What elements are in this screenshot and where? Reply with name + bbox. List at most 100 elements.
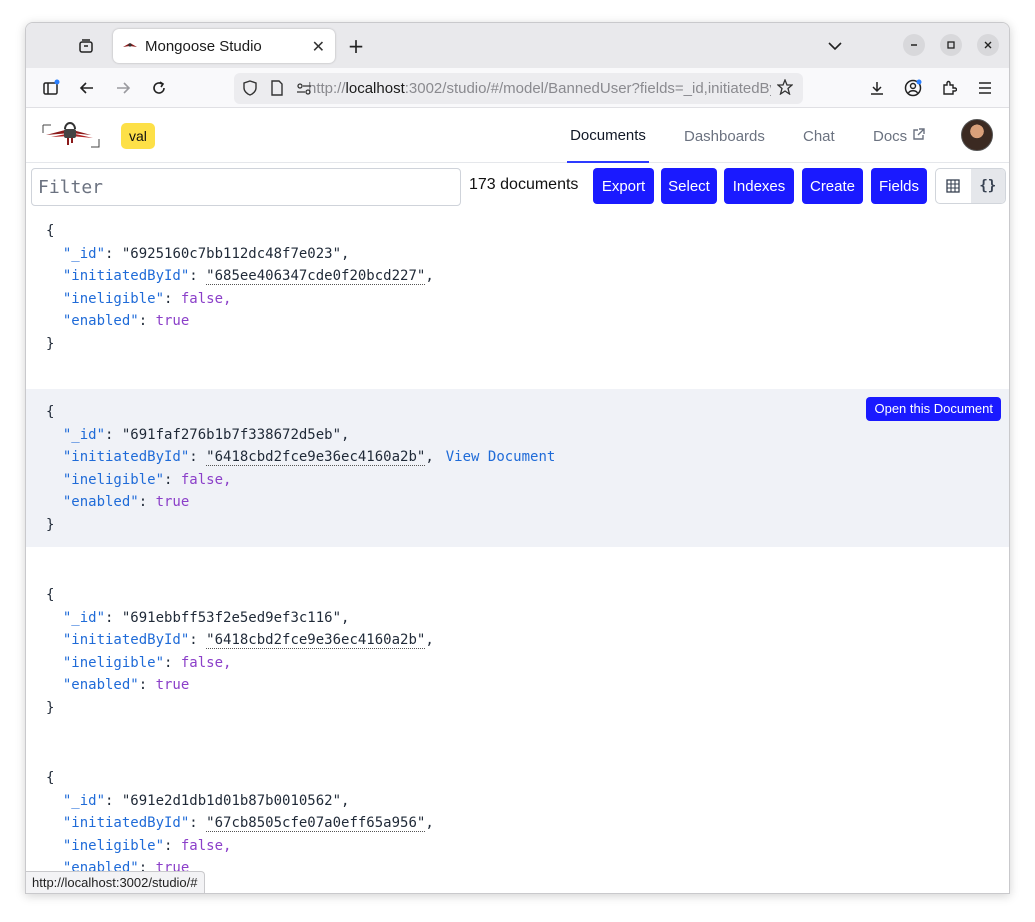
tab-close-icon[interactable]: ✕ xyxy=(312,37,325,56)
view-document-link[interactable]: View Document xyxy=(446,449,556,465)
mongoose-logo[interactable] xyxy=(41,119,101,153)
mongoose-favicon-icon xyxy=(123,39,137,53)
extensions-icon[interactable] xyxy=(936,75,962,101)
nav-documents[interactable]: Documents xyxy=(567,109,649,163)
reference-value[interactable]: "6418cbd2fce9e36ec4160a2b" xyxy=(206,449,426,466)
nav-docs-label: Docs xyxy=(873,127,908,145)
field-key: "enabled" xyxy=(62,494,139,510)
field-key: "initiatedById" xyxy=(62,632,190,648)
field-value: "691e2d1db1d01b87b0010562" xyxy=(121,792,342,809)
field-initiatedById: "initiatedById": "6418cbd2fce9e36ec4160a… xyxy=(62,632,434,649)
documents-list: { "_id": "6925160c7bb112dc48f7e023", "in… xyxy=(26,214,1009,893)
field-id: "_id": "6925160c7bb112dc48f7e023", xyxy=(62,245,350,262)
field-key: "initiatedById" xyxy=(62,449,190,465)
browser-toolbar: http://localhost:3002/studio/#/model/Ban… xyxy=(26,68,1009,108)
url-scheme: http:// xyxy=(308,80,346,97)
field-value: "691faf276b1b7f338672d5eb" xyxy=(121,426,342,443)
field-initiatedById: "initiatedById": "67cb8505cfe07a0eff65a9… xyxy=(62,815,434,832)
document-card[interactable]: { "_id": "691e2d1db1d01b87b0010562", "in… xyxy=(26,730,1009,893)
fields-button[interactable]: Fields xyxy=(871,168,927,204)
account-icon[interactable] xyxy=(900,75,926,101)
reference-value[interactable]: "67cb8505cfe07a0eff65a956" xyxy=(206,815,426,832)
nav-dashboards[interactable]: Dashboards xyxy=(684,109,765,163)
field-key: "ineligible" xyxy=(62,837,165,854)
field-key: "initiatedById" xyxy=(62,815,190,831)
document-card[interactable]: Open this Document { "_id": "691faf276b1… xyxy=(26,389,1009,547)
downloads-icon[interactable] xyxy=(864,75,890,101)
field-id: "_id": "691e2d1db1d01b87b0010562", xyxy=(62,792,350,809)
shield-icon[interactable] xyxy=(242,80,258,100)
close-window-icon[interactable] xyxy=(977,34,999,56)
back-arrow-icon[interactable] xyxy=(74,75,100,101)
bookmark-star-icon[interactable] xyxy=(776,77,794,99)
field-id: "_id": "691ebbff53f2e5ed9ef3c116", xyxy=(62,609,350,626)
field-value: false xyxy=(180,471,224,488)
browser-window: Mongoose Studio ✕ + http://localhost:300… xyxy=(25,22,1010,894)
json-open-brace: { xyxy=(46,587,55,603)
create-button[interactable]: Create xyxy=(802,168,863,204)
table-view-icon[interactable] xyxy=(936,169,971,203)
nav-chat[interactable]: Chat xyxy=(803,109,835,163)
field-value: true xyxy=(155,494,190,510)
menu-icon[interactable] xyxy=(972,75,998,101)
field-ineligible: "ineligible": false, xyxy=(62,837,232,854)
export-button[interactable]: Export xyxy=(593,168,654,204)
field-value: "6925160c7bb112dc48f7e023" xyxy=(121,245,342,262)
field-enabled: "enabled": true xyxy=(62,494,190,510)
field-key: "ineligible" xyxy=(62,471,165,488)
field-value: true xyxy=(155,313,190,329)
filter-input[interactable] xyxy=(31,168,461,206)
user-badge[interactable]: val xyxy=(121,123,155,149)
field-ineligible: "ineligible": false, xyxy=(62,654,232,671)
app-header: val Documents Dashboards Chat Docs xyxy=(26,109,1009,163)
field-key: "ineligible" xyxy=(62,654,165,671)
maximize-icon[interactable] xyxy=(940,34,962,56)
avatar[interactable] xyxy=(961,119,993,151)
field-key: "ineligible" xyxy=(62,290,165,307)
field-id: "_id": "691faf276b1b7f338672d5eb", xyxy=(62,426,350,443)
page-info-icon[interactable] xyxy=(270,80,284,100)
sidebar-toggle-icon[interactable] xyxy=(38,75,64,101)
permissions-icon[interactable] xyxy=(296,81,312,100)
document-card[interactable]: { "_id": "6925160c7bb112dc48f7e023", "in… xyxy=(26,214,1009,389)
nav-docs[interactable]: Docs xyxy=(873,109,925,163)
field-ineligible: "ineligible": false, xyxy=(62,471,232,488)
tab-title: Mongoose Studio xyxy=(145,37,262,55)
field-key: "enabled" xyxy=(62,677,139,693)
field-key: "_id" xyxy=(62,426,106,443)
tab-list-chevron-icon[interactable] xyxy=(822,33,848,59)
url-text[interactable]: http://localhost:3002/studio/#/model/Ban… xyxy=(308,80,771,97)
minimize-icon[interactable] xyxy=(903,34,925,56)
reference-value[interactable]: "6418cbd2fce9e36ec4160a2b" xyxy=(206,632,426,649)
field-key: "_id" xyxy=(62,245,106,262)
document-card[interactable]: { "_id": "691ebbff53f2e5ed9ef3c116", "in… xyxy=(26,547,1009,730)
open-document-button[interactable]: Open this Document xyxy=(866,397,1001,421)
json-open-brace: { xyxy=(46,404,55,420)
new-tab-button[interactable]: + xyxy=(343,33,369,59)
document-count: 173 documents xyxy=(469,176,579,193)
field-initiatedById: "initiatedById": "6418cbd2fce9e36ec4160a… xyxy=(62,449,556,466)
tab-mongoose-studio[interactable]: Mongoose Studio ✕ xyxy=(113,29,335,63)
tab-strip: Mongoose Studio ✕ + xyxy=(26,23,1009,68)
field-ineligible: "ineligible": false, xyxy=(62,290,232,307)
view-toggle: {} xyxy=(935,168,1006,204)
url-path: :3002/studio/#/model/BannedUser?fields=_… xyxy=(404,80,771,97)
field-value: "691ebbff53f2e5ed9ef3c116" xyxy=(121,609,342,626)
field-key: "initiatedById" xyxy=(62,268,190,284)
external-link-icon xyxy=(912,127,925,145)
select-button[interactable]: Select xyxy=(661,168,717,204)
json-close-brace: } xyxy=(46,516,55,533)
field-value: false xyxy=(180,837,224,854)
json-close-brace: } xyxy=(46,335,55,352)
reference-value[interactable]: "685ee406347cde0f20bcd227" xyxy=(206,268,426,285)
address-bar[interactable]: http://localhost:3002/studio/#/model/Ban… xyxy=(234,73,803,104)
field-enabled: "enabled": true xyxy=(62,313,190,329)
link-status-bar: http://localhost:3002/studio/# xyxy=(26,871,205,893)
field-key: "_id" xyxy=(62,609,106,626)
field-initiatedById: "initiatedById": "685ee406347cde0f20bcd2… xyxy=(62,268,434,285)
json-view-button[interactable]: {} xyxy=(970,169,1005,203)
tab-overview-icon[interactable] xyxy=(73,33,99,59)
indexes-button[interactable]: Indexes xyxy=(724,168,794,204)
reload-icon[interactable] xyxy=(146,75,172,101)
forward-arrow-icon[interactable] xyxy=(110,75,136,101)
